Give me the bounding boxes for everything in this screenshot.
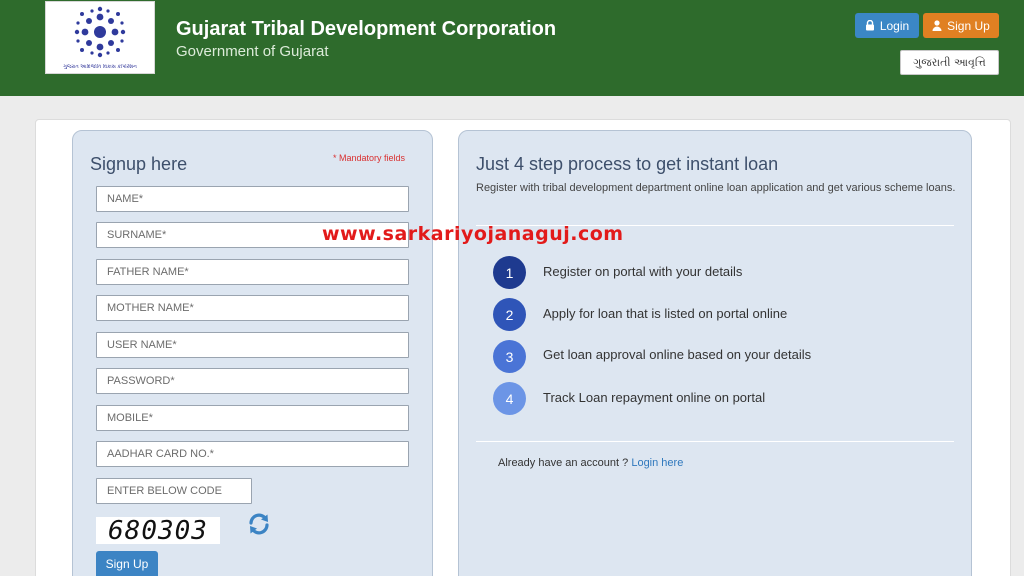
father-name-field[interactable]: FATHER NAME* bbox=[96, 259, 409, 285]
captcha-image: 680303 bbox=[96, 516, 220, 546]
emblem-icon bbox=[74, 6, 126, 58]
info-description: Register with tribal development departm… bbox=[476, 182, 956, 194]
step-text-3: Get loan approval online based on your d… bbox=[543, 347, 812, 362]
login-button-label: Login bbox=[879, 18, 910, 33]
step-number-3: 3 bbox=[493, 340, 526, 373]
login-button[interactable]: Login bbox=[855, 13, 919, 38]
site-subtitle: Government of Gujarat bbox=[176, 43, 329, 60]
language-toggle-button[interactable]: ગુજરાતી આવૃત્તિ bbox=[900, 50, 999, 75]
account-prompt: Already have an account ? Login here bbox=[498, 457, 683, 469]
signup-submit-button[interactable]: Sign Up bbox=[96, 551, 158, 576]
aadhar-field[interactable]: AADHAR CARD NO.* bbox=[96, 441, 409, 467]
step-number-4: 4 bbox=[493, 382, 526, 415]
account-prompt-text: Already have an account ? bbox=[498, 457, 629, 469]
divider bbox=[476, 441, 954, 442]
logo-caption: ગુજરાત આદિજાતિ વિકાસ કોર્પોરેશન bbox=[63, 64, 137, 70]
lock-icon bbox=[865, 20, 874, 31]
user-icon bbox=[932, 20, 942, 31]
signup-title: Signup here bbox=[90, 154, 188, 174]
username-field[interactable]: USER NAME* bbox=[96, 332, 409, 358]
signup-header-button-label: Sign Up bbox=[947, 18, 990, 33]
mandatory-note: * Mandatory fields bbox=[333, 153, 406, 163]
step-number-2: 2 bbox=[493, 298, 526, 331]
name-field[interactable]: NAME* bbox=[96, 186, 409, 212]
step-number-1: 1 bbox=[493, 256, 526, 289]
step-text-2: Apply for loan that is listed on portal … bbox=[543, 306, 788, 321]
site-title: Gujarat Tribal Development Corporation bbox=[176, 18, 557, 40]
logo[interactable]: ગુજરાત આદિજાતિ વિકાસ કોર્પોરેશન bbox=[45, 1, 155, 74]
login-here-link[interactable]: Login here bbox=[631, 457, 683, 469]
mother-name-field[interactable]: MOTHER NAME* bbox=[96, 295, 409, 321]
watermark-text: www.sarkariyojanaguj.com bbox=[322, 223, 624, 245]
password-field[interactable]: PASSWORD* bbox=[96, 368, 409, 394]
captcha-code-field[interactable]: ENTER BELOW CODE bbox=[96, 478, 252, 504]
step-text-1: Register on portal with your details bbox=[543, 264, 743, 279]
signup-header-button[interactable]: Sign Up bbox=[923, 13, 999, 38]
refresh-icon[interactable] bbox=[247, 512, 271, 536]
info-title: Just 4 step process to get instant loan bbox=[476, 154, 779, 174]
step-text-4: Track Loan repayment online on portal bbox=[543, 390, 766, 405]
mobile-field[interactable]: MOBILE* bbox=[96, 405, 409, 431]
